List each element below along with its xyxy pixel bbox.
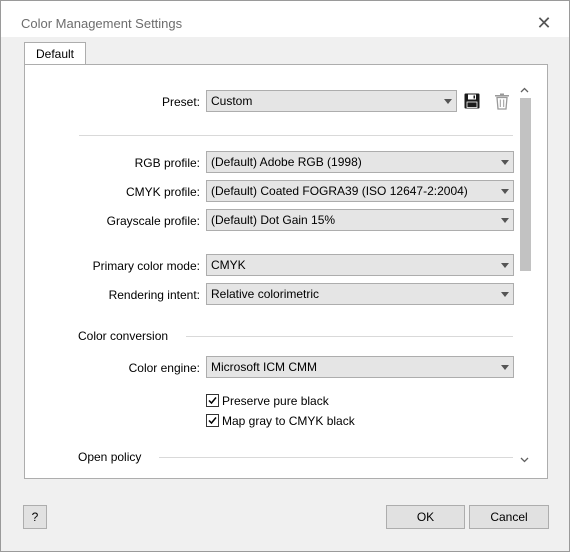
- primary-color-mode-dropdown[interactable]: CMYK: [206, 254, 514, 276]
- color-engine-dropdown[interactable]: Microsoft ICM CMM: [206, 356, 514, 378]
- open-policy-heading: Open policy: [78, 450, 142, 464]
- preset-dropdown[interactable]: Custom: [206, 90, 457, 112]
- chevron-down-icon: [501, 292, 509, 297]
- scroll-down-icon[interactable]: [516, 453, 533, 467]
- cmyk-profile-dropdown[interactable]: (Default) Coated FOGRA39 (ISO 12647-2:20…: [206, 180, 514, 202]
- scroll-up-icon[interactable]: [516, 83, 533, 97]
- preset-label: Preset:: [161, 95, 200, 109]
- chevron-down-icon: [444, 99, 452, 104]
- preserve-black-label[interactable]: Preserve pure black: [222, 394, 329, 408]
- dialog-window: Color Management Settings ✕ Default Pres…: [0, 0, 570, 552]
- trash-icon[interactable]: [494, 93, 512, 111]
- rgb-profile-value: (Default) Adobe RGB (1998): [211, 155, 362, 169]
- checkmark-icon: [208, 397, 217, 405]
- primary-color-mode-value: CMYK: [211, 258, 246, 272]
- rendering-intent-value: Relative colorimetric: [211, 287, 320, 301]
- color-engine-value: Microsoft ICM CMM: [211, 360, 317, 374]
- chevron-down-icon: [501, 189, 509, 194]
- rgb-profile-dropdown[interactable]: (Default) Adobe RGB (1998): [206, 151, 514, 173]
- window-title: Color Management Settings: [21, 16, 183, 31]
- title-bar: Color Management Settings ✕: [1, 1, 569, 37]
- chevron-down-icon: [501, 160, 509, 165]
- help-button[interactable]: ?: [23, 505, 47, 529]
- chevron-down-icon: [501, 218, 509, 223]
- preset-value: Custom: [211, 94, 253, 108]
- map-gray-checkbox[interactable]: [206, 414, 219, 427]
- ok-button[interactable]: OK: [386, 505, 465, 529]
- section-separator: [159, 457, 513, 458]
- save-icon[interactable]: [464, 93, 482, 111]
- color-engine-label: Color engine:: [128, 361, 200, 375]
- cmyk-profile-label: CMYK profile:: [125, 185, 200, 199]
- rgb-profile-label: RGB profile:: [134, 156, 200, 170]
- chevron-down-icon: [501, 365, 509, 370]
- cancel-button[interactable]: Cancel: [469, 505, 549, 529]
- section-separator: [186, 336, 513, 337]
- grayscale-profile-label: Grayscale profile:: [106, 214, 200, 228]
- grayscale-profile-value: (Default) Dot Gain 15%: [211, 213, 336, 227]
- map-gray-label[interactable]: Map gray to CMYK black: [222, 414, 355, 428]
- primary-color-mode-label: Primary color mode:: [92, 259, 200, 273]
- rendering-intent-dropdown[interactable]: Relative colorimetric: [206, 283, 514, 305]
- scrollbar-thumb[interactable]: [520, 98, 531, 271]
- grayscale-profile-dropdown[interactable]: (Default) Dot Gain 15%: [206, 209, 514, 231]
- cmyk-profile-value: (Default) Coated FOGRA39 (ISO 12647-2:20…: [211, 184, 468, 198]
- chevron-down-icon: [501, 263, 509, 268]
- close-icon[interactable]: ✕: [534, 13, 554, 33]
- rendering-intent-label: Rendering intent:: [108, 288, 200, 302]
- color-conversion-heading: Color conversion: [78, 329, 169, 343]
- tab-default[interactable]: Default: [24, 42, 86, 64]
- checkmark-icon: [208, 417, 217, 425]
- separator: [79, 135, 513, 136]
- preserve-black-checkbox[interactable]: [206, 394, 219, 407]
